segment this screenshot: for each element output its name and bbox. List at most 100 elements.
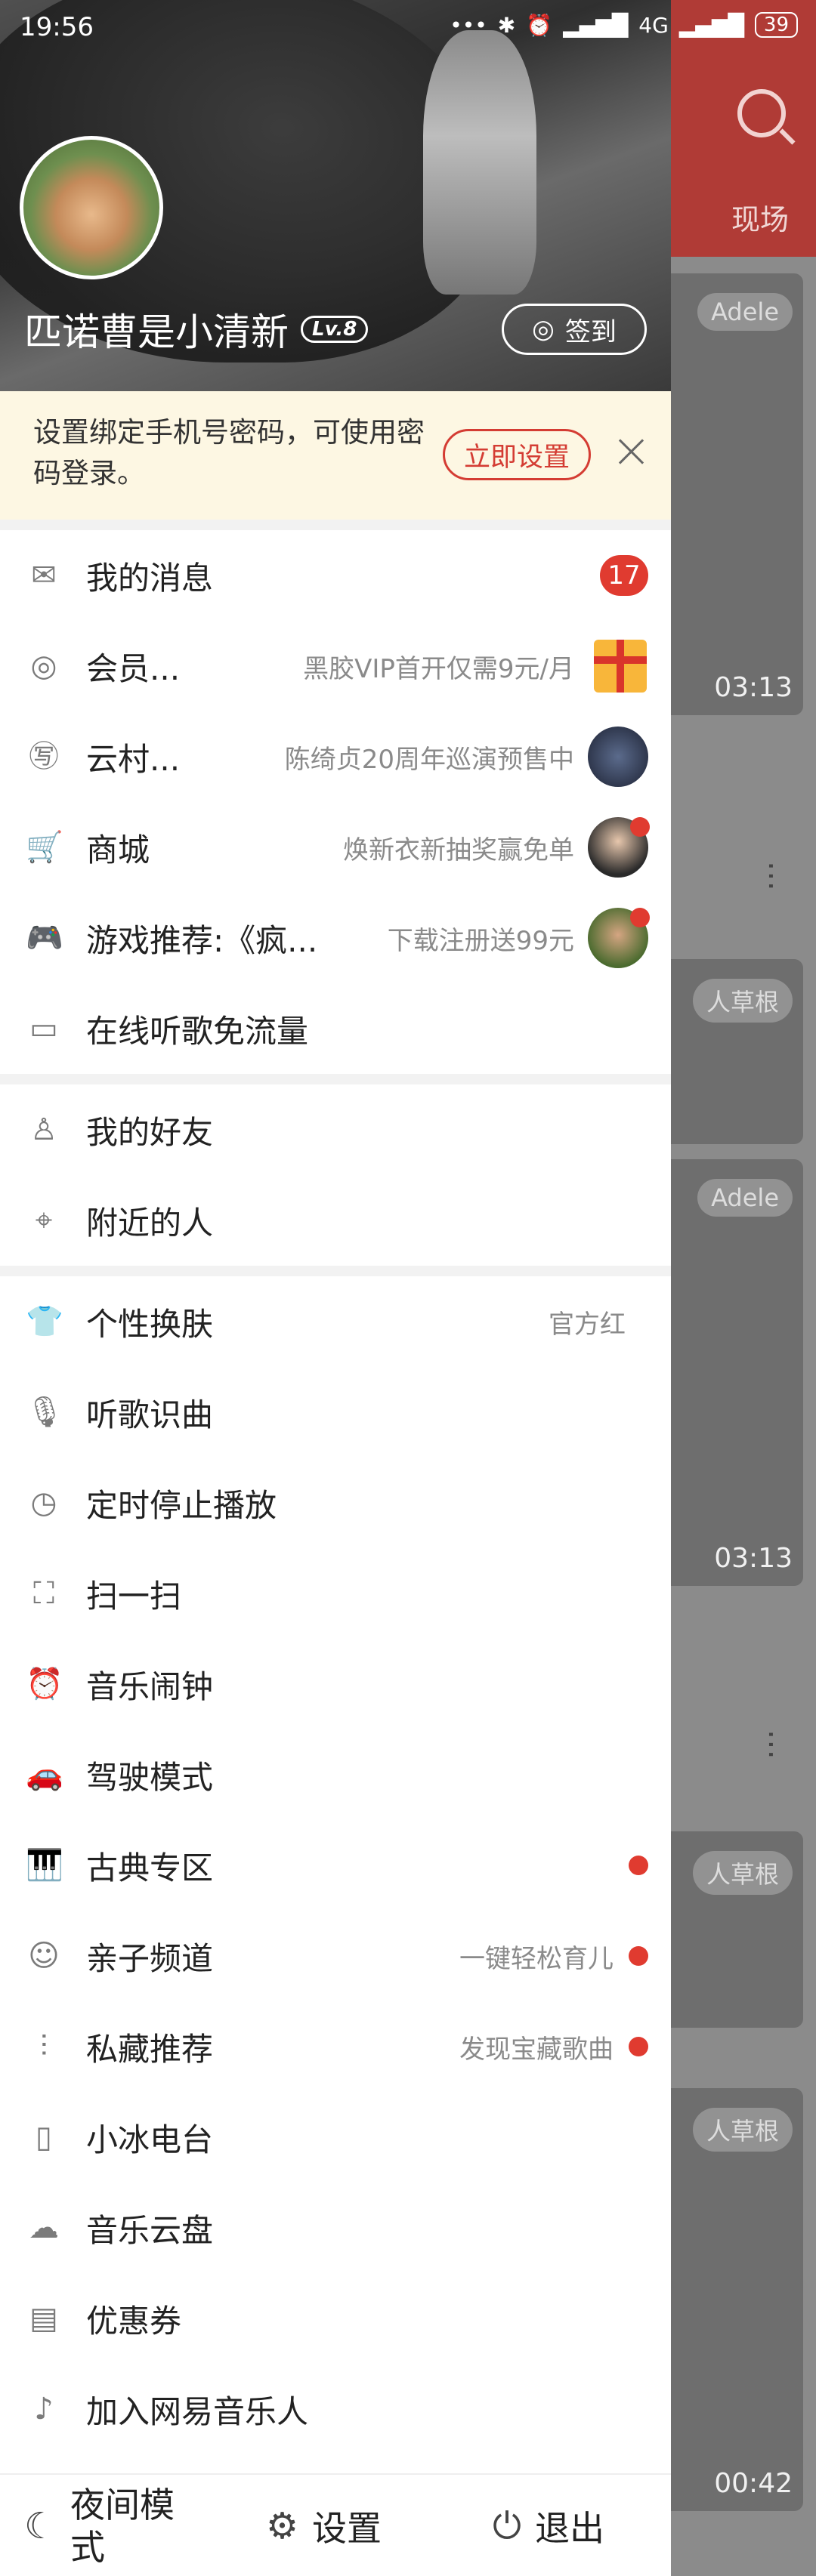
settings-button[interactable]: ⚙ 设置 [266,2475,382,2576]
notice-text: 设置绑定手机号密码，可使用密码登录。 [33,416,425,489]
menu-item-label: 私藏推荐 [86,2030,214,2068]
video-card[interactable]: Adele 03:13 [671,1159,803,1586]
menu-item-cloud-village[interactable]: ㊢ 云村... 陈绮贞20周年巡演预售中 [0,711,671,802]
red-dot-indicator [629,2037,648,2056]
signal-icon: ▂▄▆█ [563,12,629,38]
card-duration: 00:42 [714,2468,793,2499]
menu-section-2: ♙ 我的好友 ⌖ 附近的人 [0,1084,671,1266]
ticket-icon: ㊢ [29,739,59,774]
menu-item-store[interactable]: 🛒 商城 焕新衣新抽奖赢免单 [0,802,671,893]
screen: 现场 Adele 03:13 ⋯ 人草根 Adele 03:13 ⋯ 人草根 人… [0,0,816,2576]
car-icon: 🚗 [26,1757,63,1792]
video-card[interactable]: 人草根 [671,1831,803,2028]
tab-live[interactable]: 现场 [731,196,789,238]
gamepad-icon: 🎮 [26,921,63,955]
menu-item-scan[interactable]: ⛶ 扫一扫 [0,1548,671,1639]
section-divider [0,1074,671,1084]
side-drawer: 匹诺曹是小清新 Lv.8 ◎ 签到 设置绑定手机号密码，可使用密码登录。 立即设… [0,0,671,2576]
menu-item-subtitle: 一键轻松育儿 [459,1943,614,1974]
battery-level: 39 [754,12,798,38]
menu-section-1: ✉ 我的消息 17 ◎ 会员... 黑胶VIP首开仅需9元/月 ㊢ 云村... … [0,530,671,1074]
menu-item-messages[interactable]: ✉ 我的消息 17 [0,530,671,621]
video-card[interactable]: 人草根 00:42 [671,2088,803,2511]
more-notifications-icon: ••• [450,12,487,38]
menu-item-label: 商城 [86,831,150,868]
avatar[interactable] [20,136,163,279]
signin-button[interactable]: ◎ 签到 [502,304,647,355]
menu-item-vip[interactable]: ◎ 会员... 黑胶VIP首开仅需9元/月 [0,621,671,711]
menu-item-nearby[interactable]: ⌖ 附近的人 [0,1175,671,1266]
promo-thumbnail [588,727,648,787]
video-card[interactable]: Adele 03:13 [671,273,803,715]
baby-icon: ☺ [28,1939,60,1973]
bluetooth-icon: ✱ [497,12,516,38]
sim-icon: ▭ [29,1011,58,1046]
menu-item-label: 音乐闹钟 [86,1667,214,1705]
person-icon: ♙ [30,1112,57,1147]
profile-name-row[interactable]: 匹诺曹是小清新 Lv.8 [24,302,369,356]
menu-item-game[interactable]: 🎮 游戏推荐:《疯... 下载注册送99元 [0,893,671,983]
shirt-icon: 👕 [26,1304,63,1339]
menu-item-recognize[interactable]: 🎙 听歌识曲 [0,1367,671,1458]
notice-action-button[interactable]: 立即设置 [443,429,591,480]
header-background-figure [423,30,536,295]
menu-item-free-data[interactable]: ▭ 在线听歌免流量 [0,983,671,1074]
night-mode-button[interactable]: ☾ 夜间模式 [24,2475,199,2576]
menu-item-subtitle: 发现宝藏歌曲 [459,2034,614,2065]
menu-item-friends[interactable]: ♙ 我的好友 [0,1084,671,1175]
more-icon[interactable]: ⋯ [754,1729,789,1760]
drawer-footer: ☾ 夜间模式 ⚙ 设置 ⏻ 退出 [0,2473,671,2576]
power-icon: ⏻ [493,2504,521,2547]
more-icon[interactable]: ⋯ [754,861,789,891]
section-divider [0,1266,671,1276]
menu-item-kids[interactable]: ☺ 亲子频道 一键轻松育儿 [0,1911,671,2001]
menu-item-join-musician[interactable]: ♪ 加入网易音乐人 [0,2364,671,2454]
menu-item-xiaobing-radio[interactable]: ▯ 小冰电台 [0,2092,671,2183]
menu-item-label: 我的好友 [86,1113,214,1151]
location-icon: ⌖ [35,1203,53,1238]
coins-icon: ◎ [532,314,555,344]
waveform-icon: ⫶ [40,2029,48,2064]
menu-item-coupons[interactable]: ▤ 优惠券 [0,2273,671,2364]
cloud-icon: ☁ [29,2210,59,2245]
menu-item-alarm[interactable]: ⏰ 音乐闹钟 [0,1639,671,1729]
clock-icon: ◷ [30,1485,57,1520]
menu-item-classical[interactable]: 🎹 古典专区 [0,1820,671,1911]
status-time: 19:56 [20,12,94,42]
card-tag: Adele [697,1179,793,1217]
red-dot-indicator [630,908,650,927]
menu-item-subtitle: 焕新衣新抽奖赢免单 [343,835,574,865]
menu-item-label: 古典专区 [86,1849,214,1886]
mic-icon: 🎙 [26,1395,64,1430]
search-icon[interactable] [737,89,786,137]
menu-item-sleep-timer[interactable]: ◷ 定时停止播放 [0,1458,671,1548]
menu-item-cloud-drive[interactable]: ☁ 音乐云盘 [0,2183,671,2273]
level-badge: Lv.8 [301,316,369,343]
music-note-icon: ♪ [34,2392,54,2426]
card-duration: 03:13 [714,1543,793,1574]
section-divider [0,520,671,530]
menu-item-subtitle: 陈绮贞20周年巡演预售中 [284,744,574,775]
alarm-icon: ⏰ [26,1667,63,1701]
red-dot-indicator [630,817,650,837]
red-dot-indicator [629,1946,648,1966]
logout-button[interactable]: ⏻ 退出 [493,2475,604,2576]
unread-badge: 17 [600,555,648,596]
coupon-icon: ▤ [29,2301,58,2336]
popsicle-icon: ▯ [35,2120,52,2155]
close-icon[interactable] [614,433,651,471]
menu-item-driving[interactable]: 🚗 驾驶模式 [0,1729,671,1820]
menu-item-label: 云村... [86,740,181,778]
status-bar: 19:56 ••• ✱ ⏰ ▂▄▆█ 4G ▂▄▆█ 39 [0,0,816,60]
video-card[interactable]: 人草根 [671,959,803,1144]
signal-icon: ▂▄▆█ [678,12,744,38]
menu-item-label: 我的消息 [86,559,214,597]
mail-icon: ✉ [31,558,57,593]
night-mode-label: 夜间模式 [70,2485,175,2568]
menu-section-3: 👕 个性换肤 官方红 🎙 听歌识曲 ◷ 定时停止播放 ⛶ 扫一扫 ⏰ 音乐闹钟 [0,1276,671,2454]
menu-item-label: 听歌识曲 [86,1396,214,1433]
menu-item-skin[interactable]: 👕 个性换肤 官方红 [0,1276,671,1367]
menu-item-label: 小冰电台 [86,2121,214,2158]
menu-item-hidden-gems[interactable]: ⫶ 私藏推荐 发现宝藏歌曲 [0,2001,671,2092]
logout-label: 退出 [534,2508,604,2549]
